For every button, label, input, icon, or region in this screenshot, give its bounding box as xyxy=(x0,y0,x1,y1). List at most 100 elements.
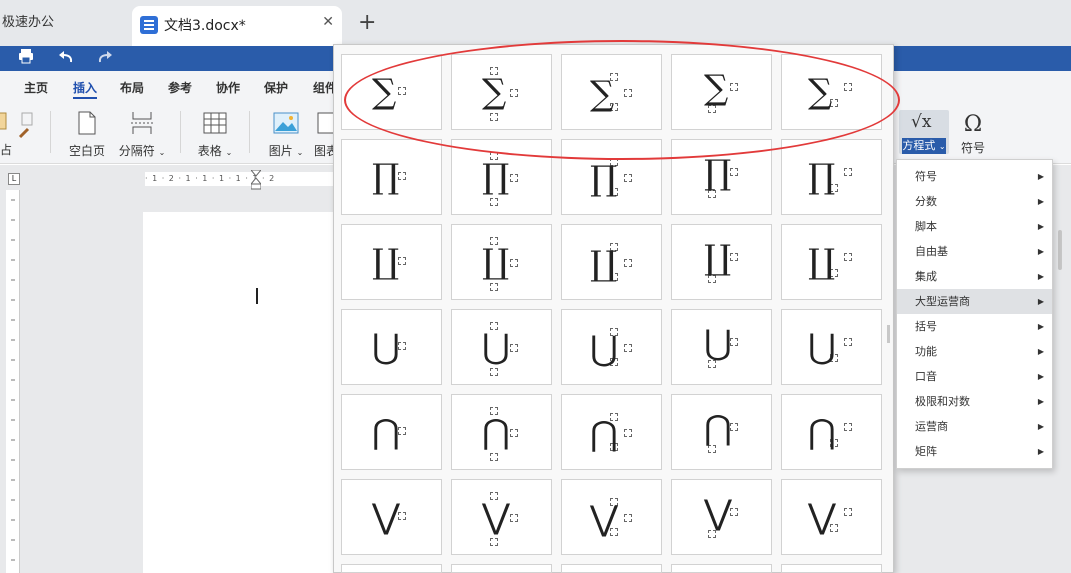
equation-menu-label: 功能 xyxy=(915,345,937,358)
equation-template-cell[interactable]: ⋃ xyxy=(561,309,662,385)
tab-references[interactable]: 参考 xyxy=(168,79,192,96)
equation-template-cell[interactable]: ∐ xyxy=(561,224,662,300)
tab-document[interactable]: 文档3.docx* ✕ xyxy=(132,6,342,46)
tab-bar: 极速办公 文档3.docx* ✕ + xyxy=(0,0,1071,46)
chevron-right-icon: ▶ xyxy=(1037,347,1044,356)
separator-line xyxy=(50,111,51,153)
tab-insert[interactable]: 插入 xyxy=(73,79,97,96)
placeholder-box xyxy=(490,453,498,461)
equation-menu-item[interactable]: 运营商 ▶ xyxy=(897,414,1052,439)
large-operator-glyph: ⋁ xyxy=(704,493,732,533)
equation-template-cell[interactable]: ⋁ xyxy=(561,479,662,555)
equation-category-menu: 符号 ▶ 分数 ▶ 脚本 ▶ 自由基 ▶ 集成 ▶ 大型运营商 ▶ 括号 ▶ 功能 ▶ 口音 ▶ 极限和对数 ▶ 运营商… xyxy=(896,159,1053,469)
equation-menu-label: 脚本 xyxy=(915,220,937,233)
large-operator-glyph: ⋁ xyxy=(482,497,510,537)
equation-template-cell[interactable]: ⋂ xyxy=(341,394,442,470)
equation-menu-item[interactable]: 符号 ▶ xyxy=(897,164,1052,189)
equation-template-cell[interactable]: ∐ xyxy=(341,224,442,300)
equation-menu-item[interactable]: 分数 ▶ xyxy=(897,189,1052,214)
equation-template-cell[interactable]: ∏ xyxy=(781,139,882,215)
placeholder-box xyxy=(844,253,852,261)
horizontal-ruler[interactable]: · 1 · 2 · 1 · 1 · 1 · 1 · 1 · 2 xyxy=(145,172,345,186)
equation-template-cell[interactable]: ∐ xyxy=(671,224,772,300)
symbol-button[interactable]: Ω 符号 xyxy=(958,112,988,156)
equation-menu-item[interactable]: 矩阵 ▶ xyxy=(897,439,1052,464)
equation-button[interactable]: √x 方程式 ⌄ xyxy=(899,110,949,154)
tab-layout[interactable]: 布局 xyxy=(120,79,144,96)
placeholder-box xyxy=(730,253,738,261)
blank-page-button[interactable]: 空白页 xyxy=(67,111,107,159)
tab-app[interactable]: 极速办公 xyxy=(0,8,128,38)
large-operator-glyph: ⋂ xyxy=(590,414,618,454)
close-icon[interactable]: ✕ xyxy=(322,14,334,30)
large-operator-glyph: ⋂ xyxy=(482,412,510,452)
large-operator-glyph: ∐ xyxy=(590,244,618,284)
chevron-right-icon: ▶ xyxy=(1037,372,1044,381)
equation-template-cell[interactable]: ⋃ xyxy=(451,309,552,385)
equation-template-cell[interactable] xyxy=(781,564,882,573)
document-scrollbar-thumb[interactable] xyxy=(1058,230,1062,270)
table-button[interactable]: 表格 ⌄ xyxy=(195,111,235,159)
paste-label-fragment: 占 xyxy=(0,143,13,157)
placeholder-box xyxy=(490,283,498,291)
equation-template-cell[interactable]: ⋃ xyxy=(671,309,772,385)
page-break-icon xyxy=(131,112,153,134)
placeholder-box xyxy=(844,168,852,176)
placeholder-box xyxy=(490,198,498,206)
placeholder-box xyxy=(844,508,852,516)
large-operator-glyph: ⋃ xyxy=(704,323,732,363)
gallery-scrollbar[interactable] xyxy=(885,60,893,560)
equation-menu-item[interactable]: 口音 ▶ xyxy=(897,364,1052,389)
indent-marker[interactable] xyxy=(249,169,263,190)
large-operator-glyph: ⋂ xyxy=(372,412,400,452)
separator-button[interactable]: 分隔符 ⌄ xyxy=(116,111,168,159)
tab-collaborate[interactable]: 协作 xyxy=(216,79,240,96)
equation-template-cell[interactable]: ⋁ xyxy=(341,479,442,555)
printer-icon[interactable] xyxy=(18,48,34,68)
equation-template-cell[interactable] xyxy=(671,564,772,573)
add-tab-button[interactable]: + xyxy=(358,10,376,35)
equation-menu-item[interactable]: 功能 ▶ xyxy=(897,339,1052,364)
equation-menu-item[interactable]: 极限和对数 ▶ xyxy=(897,389,1052,414)
equation-template-cell[interactable]: ∏ xyxy=(341,139,442,215)
chevron-right-icon: ▶ xyxy=(1037,297,1044,306)
equation-menu-label: 符号 xyxy=(915,170,937,183)
large-operator-glyph: ⋁ xyxy=(590,499,618,539)
equation-template-cell[interactable] xyxy=(341,564,442,573)
picture-button[interactable]: 图片 ⌄ xyxy=(266,111,306,159)
equation-template-cell[interactable] xyxy=(561,564,662,573)
tab-home[interactable]: 主页 xyxy=(24,79,48,96)
equation-menu-item[interactable]: 自由基 ▶ xyxy=(897,239,1052,264)
vertical-ruler[interactable] xyxy=(6,190,20,573)
equation-template-cell[interactable]: ⋃ xyxy=(781,309,882,385)
equation-template-cell[interactable]: ⋂ xyxy=(781,394,882,470)
equation-template-cell[interactable] xyxy=(451,564,552,573)
equation-template-cell[interactable]: ⋃ xyxy=(341,309,442,385)
equation-menu-item[interactable]: 脚本 ▶ xyxy=(897,214,1052,239)
scrollbar-thumb[interactable] xyxy=(887,325,890,343)
placeholder-box xyxy=(624,344,632,352)
undo-icon[interactable] xyxy=(58,48,74,68)
equation-template-cell[interactable]: ⋂ xyxy=(561,394,662,470)
equation-template-cell[interactable]: ⋁ xyxy=(671,479,772,555)
equation-template-cell[interactable]: ⋂ xyxy=(671,394,772,470)
equation-template-cell[interactable]: ⋁ xyxy=(451,479,552,555)
document-page[interactable] xyxy=(143,212,343,573)
redo-icon[interactable] xyxy=(97,48,113,68)
equation-template-cell[interactable]: ⋁ xyxy=(781,479,882,555)
equation-template-cell[interactable]: ⋂ xyxy=(451,394,552,470)
equation-menu-item[interactable]: 括号 ▶ xyxy=(897,314,1052,339)
large-operator-glyph: ⋂ xyxy=(808,412,836,452)
equation-template-cell[interactable]: ∐ xyxy=(781,224,882,300)
tab-protect[interactable]: 保护 xyxy=(264,79,288,96)
placeholder-box xyxy=(510,344,518,352)
equation-template-cell[interactable]: ∐ xyxy=(451,224,552,300)
paste-group[interactable]: 占 xyxy=(0,111,40,157)
paste-icon xyxy=(0,112,33,139)
equation-menu-label: 口音 xyxy=(915,370,937,383)
equation-menu-item[interactable]: 大型运营商 ▶ xyxy=(897,289,1052,314)
table-icon xyxy=(203,112,227,134)
tab-stop-selector[interactable]: L xyxy=(8,173,20,185)
placeholder-box xyxy=(844,338,852,346)
equation-menu-item[interactable]: 集成 ▶ xyxy=(897,264,1052,289)
